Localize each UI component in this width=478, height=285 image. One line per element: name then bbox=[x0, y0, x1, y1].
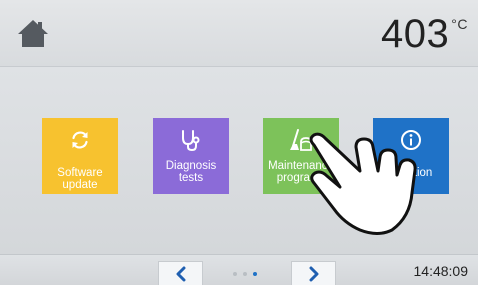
menu-area: Software update Diagnosis tests Maintena… bbox=[0, 67, 478, 254]
page-dot-active bbox=[253, 272, 257, 276]
oven-display: 403 °C Software update Diagnosis tests M… bbox=[0, 0, 478, 285]
temperature-display: 403 °C bbox=[381, 12, 468, 57]
tile-label: Diagnosis tests bbox=[165, 160, 217, 184]
clock: 14:48:09 bbox=[413, 263, 469, 279]
tile-label: Software update bbox=[57, 167, 103, 191]
next-page-button[interactable] bbox=[291, 261, 336, 285]
page-dot bbox=[233, 272, 237, 276]
tile-diagnosis-tests[interactable]: Diagnosis tests bbox=[153, 118, 229, 194]
header-bar: 403 °C bbox=[0, 0, 478, 67]
temperature-unit: °C bbox=[451, 16, 468, 32]
refresh-icon bbox=[42, 127, 118, 153]
temperature-value: 403 bbox=[381, 12, 450, 56]
chevron-right-icon bbox=[309, 266, 318, 281]
pointing-hand-icon bbox=[309, 132, 417, 235]
previous-page-button[interactable] bbox=[158, 261, 203, 285]
chevron-left-icon bbox=[176, 266, 185, 281]
stethoscope-icon bbox=[153, 127, 229, 153]
footer-bar: 14:48:09 bbox=[0, 254, 478, 285]
tile-software-update[interactable]: Software update bbox=[42, 118, 118, 194]
home-icon bbox=[18, 20, 48, 47]
page-dot bbox=[243, 272, 247, 276]
page-indicator bbox=[233, 272, 263, 278]
home-button[interactable] bbox=[16, 18, 50, 48]
